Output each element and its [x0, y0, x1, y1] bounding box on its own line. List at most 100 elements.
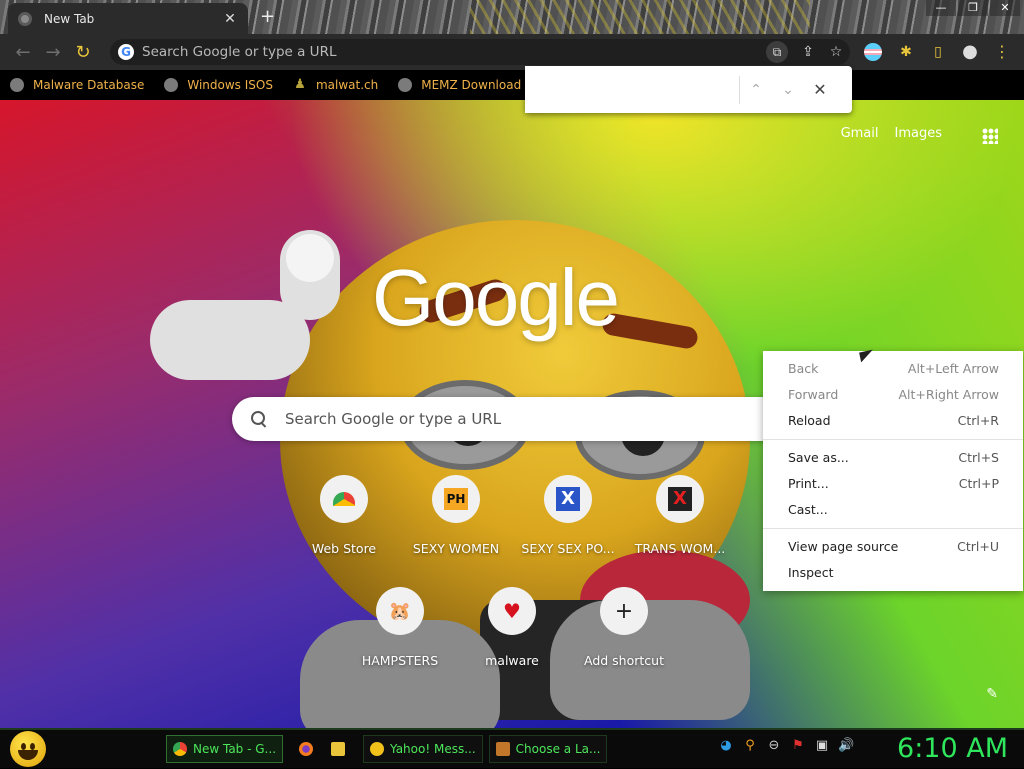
google-logo: Google	[372, 253, 620, 342]
menu-item-shortcut: Alt+Left Arrow	[907, 361, 999, 376]
menu-item-print[interactable]: Print... Ctrl+P	[763, 471, 1023, 497]
menu-item-save-as[interactable]: Save as... Ctrl+S	[763, 445, 1023, 471]
minimize-button[interactable]: —	[926, 0, 956, 16]
profile-avatar-icon[interactable]: ●	[960, 42, 980, 62]
start-button[interactable]	[8, 729, 48, 769]
menu-item-shortcut: Ctrl+P	[958, 476, 999, 491]
window-close-button[interactable]: ✕	[990, 0, 1020, 16]
yahoo-messenger-icon	[370, 742, 385, 756]
forward-button[interactable]: →	[38, 42, 68, 63]
search-box[interactable]	[232, 397, 792, 441]
smiley-start-icon	[10, 731, 46, 767]
heart-icon: ♥	[503, 599, 521, 623]
shortcut-sexy-women[interactable]: PH SEXY WOMEN	[400, 475, 512, 556]
bookmark-memz-download[interactable]: MEMZ Download	[398, 78, 521, 92]
taskbar-item-label: Choose a La...	[515, 742, 601, 756]
x-red-logo-icon: X	[668, 487, 692, 511]
taskbar-item-yahoo-messenger[interactable]: Yahoo! Mess...	[363, 735, 483, 763]
search-input[interactable]	[283, 409, 792, 429]
bookmark-label: malwat.ch	[315, 78, 379, 92]
bookmark-malwatch[interactable]: ♟ malwat.ch	[293, 77, 379, 93]
menu-item-label: Print...	[788, 476, 829, 491]
menu-item-label: Back	[788, 361, 819, 376]
network-icon[interactable]: ▣	[814, 738, 830, 753]
mascot-hand	[150, 210, 370, 390]
reload-button[interactable]: ↻	[68, 42, 98, 63]
maximize-button[interactable]: ❐	[958, 0, 988, 16]
shortcut-label: HAMPSTERS	[361, 653, 439, 668]
menu-separator	[763, 439, 1023, 440]
omnibox-placeholder: Search Google or type a URL	[142, 44, 337, 60]
menu-item-label: Inspect	[788, 565, 834, 580]
menu-item-shortcut: Ctrl+S	[958, 450, 999, 465]
customize-pencil-icon[interactable]: ✎	[986, 686, 998, 702]
side-panel-icon[interactable]: ▯	[928, 42, 948, 62]
shortcut-icon: X	[656, 475, 704, 523]
shortcut-malware[interactable]: ♥ malware	[456, 587, 568, 668]
bookmark-malware-database[interactable]: Malware Database	[10, 78, 144, 92]
back-button[interactable]: ←	[8, 42, 38, 63]
window-controls: — ❐ ✕	[924, 0, 1020, 16]
find-input[interactable]	[525, 66, 739, 113]
ph-logo-icon: PH	[444, 488, 468, 510]
menu-item-shortcut: Alt+Right Arrow	[898, 387, 1000, 402]
menu-item-view-source[interactable]: View page source Ctrl+U	[763, 534, 1023, 560]
taskbar-item-chrome[interactable]: New Tab - G...	[166, 735, 284, 763]
firefox-icon[interactable]	[299, 742, 314, 756]
volume-icon[interactable]: 🔊	[838, 738, 854, 753]
chrome-favicon-icon	[18, 11, 32, 26]
shortcut-hampsters[interactable]: 🐹 HAMPSTERS	[344, 587, 456, 668]
shortcut-add[interactable]: + Add shortcut	[568, 587, 680, 668]
shortcut-icon: PH	[432, 475, 480, 523]
menu-item-cast[interactable]: Cast...	[763, 497, 1023, 523]
taskbar-item-choose-language[interactable]: Choose a La...	[488, 735, 608, 763]
google-g-icon: G	[118, 44, 134, 60]
tab-close-icon[interactable]: ✕	[222, 11, 238, 27]
shortcut-trans-wom[interactable]: X TRANS WOM...	[624, 475, 736, 556]
menu-item-inspect[interactable]: Inspect	[763, 560, 1023, 586]
share-icon[interactable]: ⇪	[794, 44, 822, 60]
extensions-puzzle-icon[interactable]: ✱	[896, 42, 916, 62]
menu-item-label: Reload	[788, 413, 831, 428]
search-tray-icon[interactable]: ⚲	[742, 738, 758, 753]
bookmark-windows-isos[interactable]: Windows ISOS	[164, 78, 273, 92]
shortcut-icon	[320, 475, 368, 523]
find-bar: ⌃ ⌄ ✕	[525, 66, 852, 113]
gmail-link[interactable]: Gmail	[841, 126, 879, 141]
chrome-menu-icon[interactable]: ⋮	[992, 42, 1012, 62]
taskbar-clock[interactable]: 6:10 AM	[897, 733, 1008, 764]
user-icon: ♟	[294, 77, 306, 92]
hamster-icon: 🐹	[388, 600, 412, 622]
menu-item-forward[interactable]: Forward Alt+Right Arrow	[763, 382, 1023, 408]
shortcut-label: malware	[485, 653, 539, 668]
network-globe-icon[interactable]: ◕	[718, 738, 734, 753]
taskbar-item-label: New Tab - G...	[193, 742, 277, 756]
shortcut-icon: ♥	[488, 587, 536, 635]
shortcut-label: Web Store	[311, 541, 377, 556]
lens-icon[interactable]: ⧉	[766, 41, 788, 63]
find-previous-icon[interactable]: ⌃	[740, 82, 772, 98]
trans-flag-extension-icon[interactable]	[864, 43, 882, 61]
shortcut-sexy-sex-po[interactable]: X SEXY SEX PO...	[512, 475, 624, 556]
menu-item-reload[interactable]: Reload Ctrl+R	[763, 408, 1023, 434]
webstore-icon	[333, 492, 355, 506]
globe-icon	[164, 78, 179, 92]
folder-icon[interactable]	[331, 742, 346, 756]
bookmarks-bar: Malware Database Windows ISOS ♟ malwat.c…	[0, 70, 1024, 100]
menu-item-back[interactable]: Back Alt+Left Arrow	[763, 356, 1023, 382]
omnibox[interactable]: G Search Google or type a URL ⧉ ⇪ ☆	[110, 39, 850, 65]
minus-circle-icon[interactable]: ⊖	[766, 738, 782, 753]
shortcut-web-store[interactable]: Web Store	[288, 475, 400, 556]
find-close-icon[interactable]: ✕	[804, 80, 836, 99]
find-next-icon[interactable]: ⌄	[772, 82, 804, 98]
shortcut-icon: +	[600, 587, 648, 635]
new-tab-button[interactable]: +	[260, 6, 275, 27]
globe-icon	[398, 78, 413, 92]
flag-alert-icon[interactable]: ⚑	[790, 738, 806, 753]
bookmark-star-icon[interactable]: ☆	[822, 44, 850, 60]
tab-new-tab[interactable]: New Tab ✕	[8, 3, 248, 34]
menu-item-label: Cast...	[788, 502, 828, 517]
google-apps-icon[interactable]	[982, 128, 998, 144]
images-link[interactable]: Images	[895, 126, 943, 141]
bookmark-label: MEMZ Download	[421, 78, 522, 92]
